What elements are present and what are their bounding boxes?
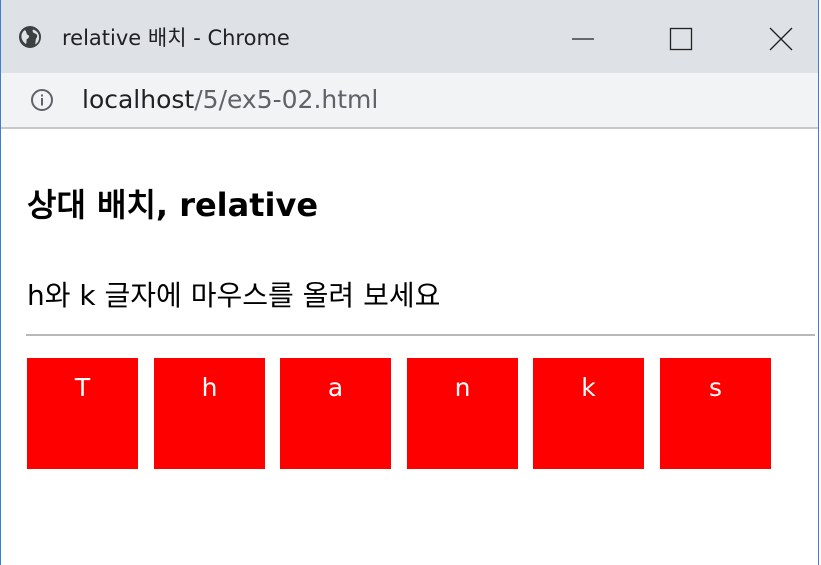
close-icon bbox=[769, 27, 793, 51]
letter-box-a: a bbox=[280, 358, 391, 469]
address-bar[interactable]: localhost/5/ex5-02.html bbox=[1, 73, 818, 129]
page-title: 상대 배치, relative bbox=[27, 186, 319, 224]
globe-icon bbox=[18, 25, 42, 49]
minimize-icon bbox=[572, 38, 594, 40]
close-button[interactable] bbox=[753, 14, 809, 64]
maximize-icon bbox=[669, 27, 693, 51]
letter-box-t: T bbox=[27, 358, 138, 469]
letter-box-k[interactable]: k bbox=[533, 358, 644, 469]
letter-box-s: s bbox=[660, 358, 771, 469]
title-bar[interactable]: relative 배치 - Chrome bbox=[1, 0, 818, 73]
page-content: 상대 배치, relative h와 k 글자에 마우스를 올려 보세요 T h… bbox=[1, 129, 818, 565]
letter-box-h[interactable]: h bbox=[154, 358, 265, 469]
letter-box-n: n bbox=[407, 358, 518, 469]
url-host: localhost bbox=[82, 85, 195, 114]
minimize-button[interactable] bbox=[555, 14, 611, 64]
horizontal-rule bbox=[26, 334, 815, 336]
url-path: /5/ex5-02.html bbox=[194, 85, 379, 114]
instruction-text: h와 k 글자에 마우스를 올려 보세요 bbox=[27, 279, 441, 312]
browser-window: relative 배치 - Chrome localhost/5/ex5-02.… bbox=[0, 0, 819, 565]
window-title: relative 배치 - Chrome bbox=[62, 26, 290, 50]
maximize-button[interactable] bbox=[653, 14, 709, 64]
url-text[interactable]: localhost/5/ex5-02.html bbox=[82, 84, 378, 116]
info-icon[interactable] bbox=[30, 88, 54, 112]
